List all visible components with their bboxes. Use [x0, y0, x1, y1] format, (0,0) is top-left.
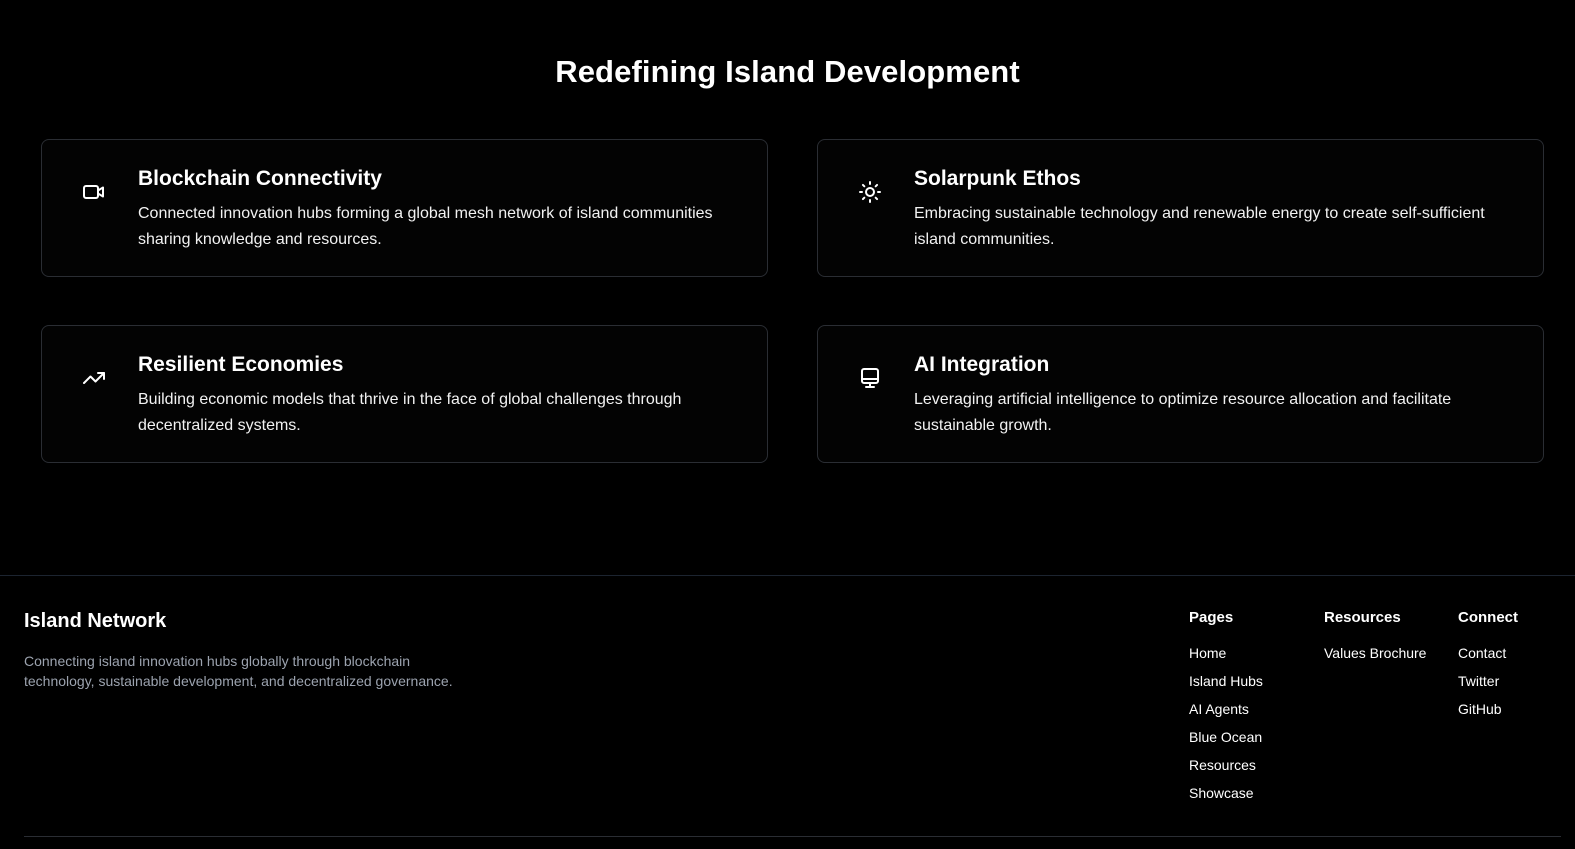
footer-link-list: Contact Twitter GitHub: [1458, 644, 1518, 728]
footer-brand-description: Connecting island innovation hubs global…: [24, 653, 453, 689]
footer-link-resources[interactable]: Resources: [1189, 756, 1263, 784]
footer-column-title: Pages: [1189, 609, 1234, 626]
footer-link-list: Values Brochure: [1324, 644, 1426, 672]
feature-description: Leveraging artificial intelligence to op…: [914, 391, 1452, 434]
feature-card-solarpunk-ethos: Solarpunk Ethos Embracing sustainable te…: [817, 139, 1544, 277]
feature-title: AI Integration: [914, 353, 1050, 376]
footer-column-title: Resources: [1324, 609, 1401, 626]
page: Redefining Island Development Blockchain…: [0, 0, 1575, 849]
footer-column-resources: Resources Values Brochure: [1324, 608, 1426, 672]
feature-description: Building economic models that thrive in …: [138, 391, 682, 434]
footer-link-showcase[interactable]: Showcase: [1189, 784, 1263, 812]
feature-card-ai-integration: AI Integration Leveraging artificial int…: [817, 325, 1544, 463]
footer-divider: [24, 836, 1561, 837]
footer-link-contact[interactable]: Contact: [1458, 644, 1518, 672]
footer-link-twitter[interactable]: Twitter: [1458, 672, 1518, 700]
footer-link-island-hubs[interactable]: Island Hubs: [1189, 672, 1263, 700]
footer-link-values-brochure[interactable]: Values Brochure: [1324, 644, 1426, 672]
footer-column-title: Connect: [1458, 609, 1518, 626]
feature-title: Blockchain Connectivity: [138, 167, 382, 190]
video-icon: [82, 180, 106, 204]
trending-up-icon: [82, 366, 106, 390]
footer-link-github[interactable]: GitHub: [1458, 700, 1518, 728]
feature-card-blockchain-connectivity: Blockchain Connectivity Connected innova…: [41, 139, 768, 277]
footer-link-home[interactable]: Home: [1189, 644, 1263, 672]
feature-title: Resilient Economies: [138, 353, 344, 376]
section-title: Redefining Island Development: [555, 54, 1020, 89]
footer-link-list: Home Island Hubs AI Agents Blue Ocean Re…: [1189, 644, 1263, 812]
footer-column-pages: Pages Home Island Hubs AI Agents Blue Oc…: [1189, 608, 1263, 812]
footer-link-ai-agents[interactable]: AI Agents: [1189, 700, 1263, 728]
footer-column-connect: Connect Contact Twitter GitHub: [1458, 608, 1518, 728]
monitor-icon: [858, 366, 882, 390]
footer-link-blue-ocean[interactable]: Blue Ocean: [1189, 728, 1263, 756]
footer-brand-name: Island Network: [24, 610, 167, 632]
sun-icon: [858, 180, 882, 204]
feature-description: Embracing sustainable technology and ren…: [914, 205, 1485, 248]
feature-title: Solarpunk Ethos: [914, 167, 1081, 190]
feature-card-resilient-economies: Resilient Economies Building economic mo…: [41, 325, 768, 463]
feature-description: Connected innovation hubs forming a glob…: [138, 205, 713, 248]
site-footer: Island Network Connecting island innovat…: [0, 575, 1575, 849]
